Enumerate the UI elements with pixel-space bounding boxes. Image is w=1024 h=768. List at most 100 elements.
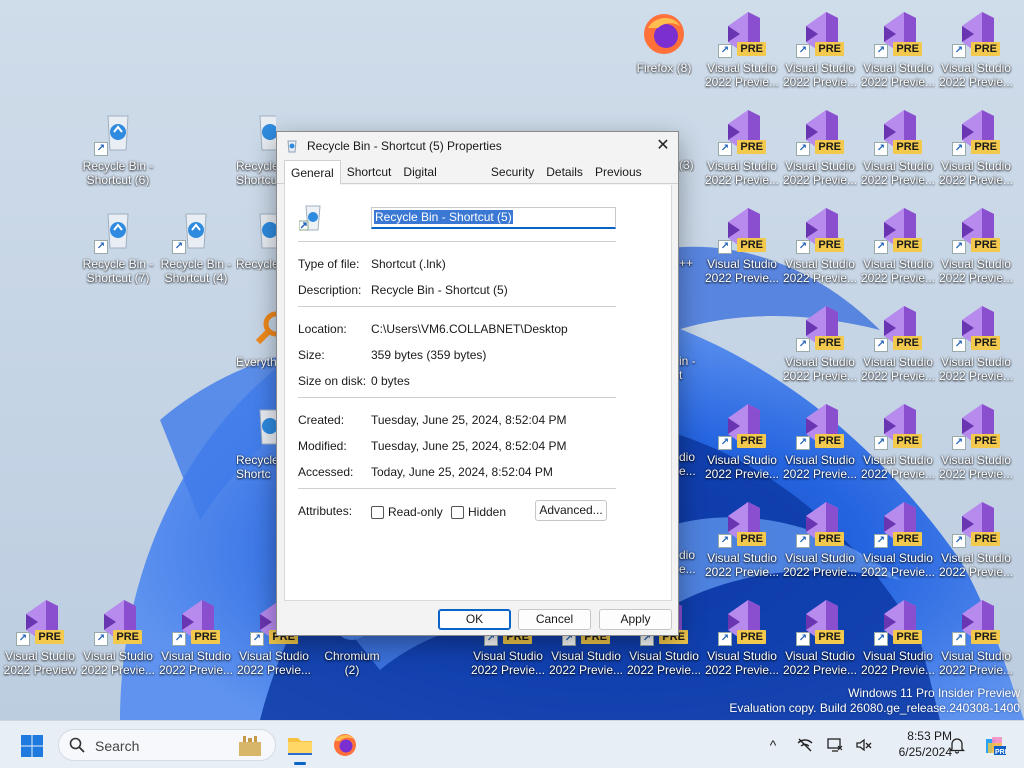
read-only-checkbox[interactable]: Read-only <box>371 505 443 519</box>
desktop-icon-everything-partial[interactable]: Everyth <box>236 302 276 392</box>
desktop-icon-visual-studio-2022-preview[interactable]: ↗ PRE Visual Studio 2022 Previe... <box>938 106 1014 196</box>
tab-details[interactable]: Details <box>540 160 589 184</box>
desktop-icon-visual-studio-2022-preview[interactable]: ↗ PRE Visual Studio 2022 Previe... <box>860 400 936 490</box>
apply-button[interactable]: Apply <box>599 609 672 630</box>
tab-general[interactable]: General <box>284 160 341 185</box>
visual-studio-icon: ↗ PRE <box>16 598 64 646</box>
firefox-taskbar-button[interactable] <box>329 729 361 761</box>
desktop-icon-recycle-partial-b[interactable]: Recycle <box>236 204 276 294</box>
dialog-titlebar[interactable]: Recycle Bin - Shortcut (5) Properties ✕ <box>277 132 678 160</box>
file-name-input[interactable]: Recycle Bin - Shortcut (5) <box>371 207 616 229</box>
desktop-icon-partial-dio-a[interactable]: dio e... <box>679 400 703 490</box>
desktop-icon-visual-studio-2022-preview[interactable]: ↗ PRE Visual Studio 2022 Previe... <box>704 400 780 490</box>
desktop-icon-visual-studio-2022-preview[interactable]: ↗ PRE Visual Studio 2022 Previe... <box>860 498 936 588</box>
taskbar-clock[interactable]: 8:53 PM 6/25/2024 <box>872 728 952 760</box>
desktop-icon-visual-studio-2022-preview[interactable]: ↗ PRE Visual Studio 2022 Previe... <box>938 400 1014 490</box>
description-label: Description: <box>298 283 362 297</box>
checkbox-box[interactable] <box>371 505 384 519</box>
desktop-icon-label: Visual Studio 2022 Previe... <box>782 355 858 383</box>
desktop-icon-partial-plusplus[interactable]: ++ <box>679 204 703 294</box>
desktop-icon-partial-bin[interactable]: in - t <box>679 302 703 392</box>
desktop-icon-visual-studio-2022-preview[interactable]: ↗ PRE Visual Studio 2022 Previe... <box>860 302 936 392</box>
shortcut-arrow-icon: ↗ <box>952 240 966 254</box>
desktop-icon-visual-studio-2022-preview[interactable]: ↗ PRE Visual Studio 2022 Previe... <box>704 8 780 98</box>
desktop-icon-label: Visual Studio 2022 Previe... <box>938 257 1014 285</box>
desktop-icon-visual-studio-2022-preview[interactable]: ↗ PRE Visual Studio 2022 Previe... <box>782 8 858 98</box>
shortcut-arrow-icon: ↗ <box>796 44 810 58</box>
recycle-bin-icon: ↗ <box>94 206 142 254</box>
desktop-icon-recycle-partial-c[interactable]: Recycle Shortc <box>236 400 276 490</box>
desktop-icon-label: Everyth <box>236 355 276 369</box>
visual-studio-icon: ↗ PRE <box>874 10 922 58</box>
desktop-icon-visual-studio-2022-preview[interactable]: ↗ PRE Visual Studio 2022 Previe... <box>860 8 936 98</box>
visual-studio-icon: ↗ PRE <box>796 10 844 58</box>
desktop-icon-firefox[interactable]: Firefox (8) <box>626 8 702 98</box>
file-explorer-taskbar-button[interactable] <box>284 729 316 765</box>
desktop-icon-visual-studio-2022-preview[interactable]: ↗ PRE Visual Studio 2022 Previe... <box>704 204 780 294</box>
desktop-icon-visual-studio-2022-preview[interactable]: ↗ PRE Visual Studio 2022 Preview <box>2 596 78 686</box>
separator <box>298 306 616 307</box>
tab-security[interactable]: Security <box>485 160 540 184</box>
hidden-checkbox[interactable]: Hidden <box>451 505 506 519</box>
desktop-icon-visual-studio-2022-preview[interactable]: ↗ PRE Visual Studio 2022 Previe... <box>782 106 858 196</box>
pre-badge: PRE <box>815 532 844 546</box>
shortcut-arrow-icon: ↗ <box>718 632 732 646</box>
pre-badge: PRE <box>893 42 922 56</box>
shortcut-arrow-icon: ↗ <box>796 142 810 156</box>
volume-muted-icon[interactable] <box>855 736 873 754</box>
desktop-icon-visual-studio-2022-preview[interactable]: ↗ PRE Visual Studio 2022 Previe... <box>782 498 858 588</box>
desktop-icon-visual-studio-2022-preview[interactable]: ↗ PRE Visual Studio 2022 Previe... <box>860 204 936 294</box>
separator <box>298 241 616 242</box>
desktop-icon-visual-studio-2022-preview[interactable]: ↗ PRE Visual Studio 2022 Previe... <box>938 204 1014 294</box>
type-value: Shortcut (.lnk) <box>371 257 446 271</box>
start-button[interactable] <box>20 734 44 758</box>
desktop-icon-recycle-partial-a[interactable]: Recycle Shortcu <box>236 106 276 196</box>
desktop-icon-visual-studio-2022-preview[interactable]: ↗ PRE Visual Studio 2022 Previe... <box>938 8 1014 98</box>
desktop-icon-visual-studio-2022-preview[interactable]: ↗ PRE Visual Studio 2022 Previe... <box>782 596 858 686</box>
desktop-icon-visual-studio-2022-preview[interactable]: ↗ PRE Visual Studio 2022 Previe... <box>860 596 936 686</box>
show-hidden-icons-chevron[interactable]: ^ <box>764 736 782 754</box>
desktop-icon-visual-studio-2022-preview[interactable]: ↗ PRE Visual Studio 2022 Previe... <box>782 204 858 294</box>
desktop-icon-visual-studio-2022-preview[interactable]: ↗ PRE Visual Studio 2022 Previe... <box>704 596 780 686</box>
tab-previous-versions[interactable]: Previous Versions <box>589 160 678 203</box>
pre-badge: PRE <box>113 630 142 644</box>
desktop-icon-visual-studio-2022-preview[interactable]: ↗ PRE Visual Studio 2022 Previe... <box>938 498 1014 588</box>
shortcut-arrow-icon: ↗ <box>874 338 888 352</box>
desktop-icon-visual-studio-2022-preview[interactable]: ↗ PRE Visual Studio 2022 Previe... <box>80 596 156 686</box>
close-button[interactable]: ✕ <box>648 133 678 159</box>
display-icon[interactable] <box>826 736 844 754</box>
checkbox-box[interactable] <box>451 505 464 519</box>
desktop-icon-visual-studio-2022-preview[interactable]: ↗ PRE Visual Studio 2022 Previe... <box>938 302 1014 392</box>
desktop-icon-visual-studio-2022-preview[interactable]: ↗ PRE Visual Studio 2022 Previe... <box>860 106 936 196</box>
desktop-icon-visual-studio-2022-preview[interactable]: ↗ PRE Visual Studio 2022 Previe... <box>158 596 234 686</box>
ok-button[interactable]: OK <box>438 609 511 630</box>
visual-studio-icon: ↗ PRE <box>874 500 922 548</box>
tab-shortcut[interactable]: Shortcut <box>341 160 398 184</box>
notification-bell-icon[interactable] <box>948 736 966 754</box>
desktop-icon-visual-studio-2022-preview[interactable]: ↗ PRE Visual Studio 2022 Previe... <box>782 302 858 392</box>
pre-badge: PRE <box>971 532 1000 546</box>
shortcut-arrow-icon: ↗ <box>718 142 732 156</box>
network-disconnected-icon[interactable] <box>796 736 814 754</box>
shortcut-arrow-icon: ↗ <box>874 632 888 646</box>
cancel-button[interactable]: Cancel <box>518 609 591 630</box>
visual-studio-icon: ↗ PRE <box>874 206 922 254</box>
shortcut-arrow-icon: ↗ <box>796 632 810 646</box>
desktop-icon-visual-studio-2022-preview[interactable]: ↗ PRE Visual Studio 2022 Previe... <box>782 400 858 490</box>
tab-digital-signatures[interactable]: Digital Signatures <box>397 160 484 203</box>
file-name-selected-text: Recycle Bin - Shortcut (5) <box>374 210 513 224</box>
taskbar-search-box[interactable]: Search <box>58 729 276 761</box>
desktop-icon-visual-studio-2022-preview[interactable]: ↗ PRE Visual Studio 2022 Previe... <box>938 596 1014 686</box>
copilot-icon[interactable]: PRE <box>982 733 1010 757</box>
desktop-icon-label: Visual Studio 2022 Previe... <box>938 61 1014 89</box>
desktop-icon-partial-dio-b[interactable]: dio e... <box>679 498 703 588</box>
desktop-icon-recycle-bin-shortcut-6[interactable]: ↗ Recycle Bin - Shortcut (6) <box>80 106 156 196</box>
desktop-icon-recycle-bin-shortcut-7[interactable]: ↗ Recycle Bin - Shortcut (7) <box>80 204 156 294</box>
size-value: 359 bytes (359 bytes) <box>371 348 487 362</box>
desktop-icon-partial-3[interactable]: (3) <box>679 106 703 196</box>
visual-studio-icon: ↗ PRE <box>796 598 844 646</box>
desktop-icon-visual-studio-2022-preview[interactable]: ↗ PRE Visual Studio 2022 Previe... <box>704 498 780 588</box>
advanced-button[interactable]: Advanced... <box>535 500 607 521</box>
desktop-icon-visual-studio-2022-preview[interactable]: ↗ PRE Visual Studio 2022 Previe... <box>704 106 780 196</box>
desktop-icon-recycle-bin-shortcut-4[interactable]: ↗ Recycle Bin - Shortcut (4) <box>158 204 234 294</box>
